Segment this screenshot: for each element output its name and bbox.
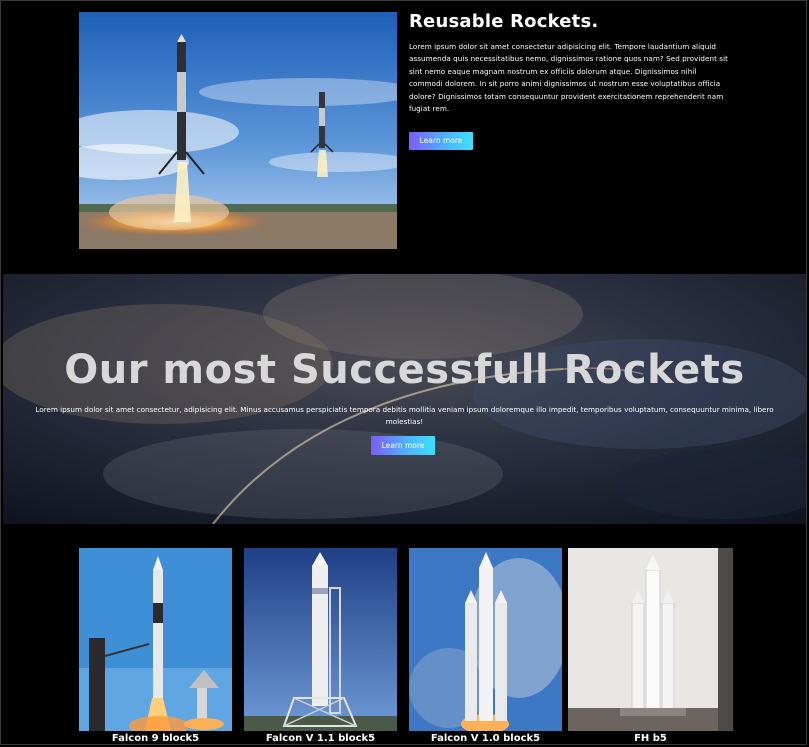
feature-title: Reusable Rockets.: [409, 11, 599, 32]
reusable-rockets-image: [79, 12, 397, 249]
gallery-card-falcon-v-1-0-block5[interactable]: Falcon V 1.0 block5: [409, 548, 562, 744]
hero-background: [3, 274, 806, 524]
fh-b5-photo: [568, 548, 733, 731]
gallery-caption: Falcon V 1.1 block5: [265, 733, 376, 744]
hero-description: Lorem ipsum dolor sit amet consectetur, …: [35, 405, 774, 426]
falcon-9-photo: [79, 548, 232, 731]
gallery-caption: Falcon 9 block5: [111, 733, 200, 744]
hero-learn-more-button[interactable]: Learn more: [371, 436, 435, 455]
gallery-card-falcon-v-1-1-block5[interactable]: Falcon V 1.1 block5: [244, 548, 397, 744]
feature-learn-more-button[interactable]: Learn more: [409, 132, 473, 150]
falcon-v-1-1-photo: [244, 548, 397, 731]
gallery-caption: Falcon V 1.0 block5: [430, 733, 541, 744]
gallery-card-fh-b5[interactable]: FH b5: [568, 548, 733, 744]
page-frame: Reusable Rockets. Lorem ipsum dolor sit …: [0, 0, 807, 745]
gallery-card-falcon-9-block5[interactable]: Falcon 9 block5: [79, 548, 232, 744]
gallery-caption: FH b5: [634, 733, 667, 744]
hero-banner: Our most Successfull Rockets Lorem ipsum…: [3, 274, 806, 524]
feature-description: Lorem ipsum dolor sit amet consectetur a…: [409, 42, 729, 114]
falcon-v-1-0-photo: [409, 548, 562, 731]
hero-title: Our most Successfull Rockets: [64, 347, 745, 393]
